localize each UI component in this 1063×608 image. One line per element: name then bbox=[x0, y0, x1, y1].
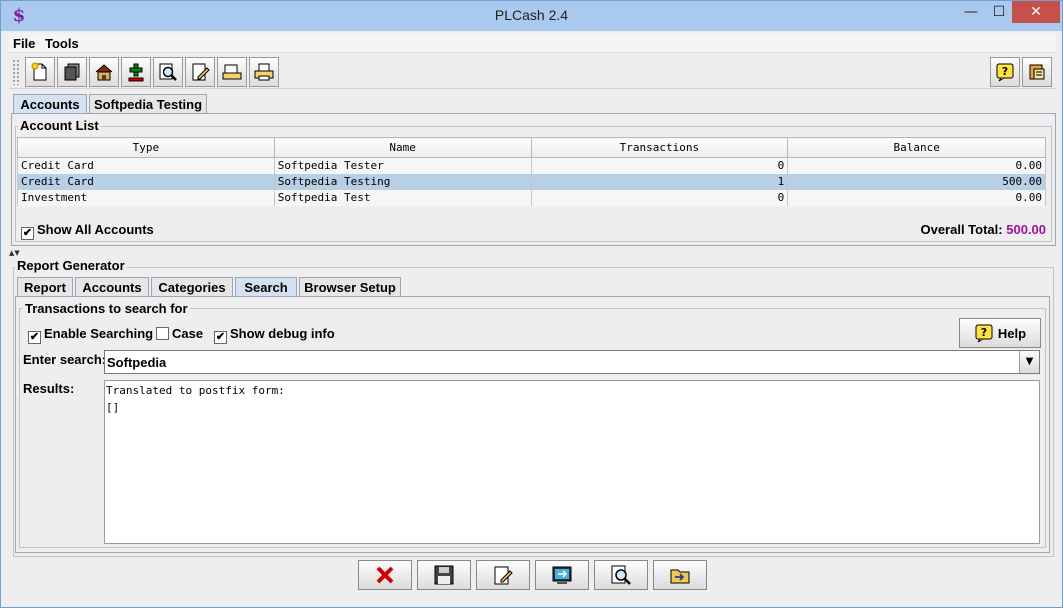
results-line: [] bbox=[106, 401, 120, 414]
column-header-balance[interactable]: Balance bbox=[787, 137, 1046, 158]
show-debug-info-label: Show debug info bbox=[230, 326, 335, 341]
show-all-accounts-label: Show All Accounts bbox=[37, 222, 154, 237]
overall-total: Overall Total: 500.00 bbox=[920, 222, 1046, 237]
cell-name: Softpedia Testing bbox=[273, 173, 532, 190]
search-input[interactable]: Softpedia bbox=[107, 355, 166, 370]
close-button[interactable]: ✕ bbox=[1012, 1, 1060, 23]
open-folder-button[interactable] bbox=[653, 560, 707, 590]
edit-button[interactable] bbox=[476, 560, 530, 590]
open-folder-icon bbox=[670, 569, 690, 584]
cell-type: Investment bbox=[17, 189, 275, 206]
svg-text:?: ? bbox=[981, 326, 987, 339]
checkbox-checked-icon: ✔ bbox=[21, 227, 34, 240]
title-bar[interactable]: $ PLCash 2.4 — ☐ ✕ bbox=[1, 1, 1062, 31]
table-row-selected[interactable]: Credit Card Softpedia Testing 1 500.00 bbox=[17, 173, 1046, 190]
cell-type: Credit Card bbox=[17, 173, 275, 190]
search-icon bbox=[611, 565, 631, 585]
results-textarea[interactable]: Translated to postfix form: [] bbox=[104, 380, 1040, 544]
column-header-transactions[interactable]: Transactions bbox=[530, 137, 789, 158]
new-file-icon[interactable] bbox=[25, 57, 55, 87]
tab-accounts[interactable]: Accounts bbox=[13, 94, 87, 114]
split-pane-divider[interactable]: ▲▼ bbox=[9, 249, 1056, 257]
chevron-down-icon[interactable]: ▼ bbox=[1019, 351, 1039, 373]
results-label: Results: bbox=[23, 381, 75, 396]
checkbox-unchecked-icon bbox=[156, 327, 169, 340]
documents-icon[interactable] bbox=[57, 57, 87, 87]
cell-balance: 500.00 bbox=[787, 173, 1046, 190]
enable-searching-checkbox[interactable]: ✔ Enable Searching bbox=[28, 326, 153, 344]
help-button[interactable]: ? Help bbox=[959, 318, 1041, 348]
cell-name: Softpedia Test bbox=[273, 189, 532, 206]
search-combobox[interactable]: Softpedia ▼ bbox=[104, 350, 1040, 374]
checkbox-checked-icon: ✔ bbox=[214, 331, 227, 344]
help-button-label: Help bbox=[997, 325, 1027, 341]
help-icon: ? bbox=[975, 324, 993, 343]
menu-bar: File Tools bbox=[9, 33, 1056, 53]
cell-transactions: 0 bbox=[530, 189, 789, 206]
home-icon[interactable] bbox=[89, 57, 119, 87]
window-title: PLCash 2.4 bbox=[494, 7, 569, 23]
save-button[interactable] bbox=[417, 560, 471, 590]
case-label: Case bbox=[172, 326, 204, 341]
collapse-down-icon[interactable]: ▼ bbox=[14, 249, 19, 257]
cell-type: Credit Card bbox=[17, 157, 275, 174]
enter-search-label: Enter search: bbox=[23, 352, 107, 367]
enable-searching-label: Enable Searching bbox=[44, 326, 154, 341]
delete-icon bbox=[376, 566, 394, 584]
export-icon bbox=[552, 566, 572, 584]
toolbar: ? bbox=[9, 55, 1056, 89]
cell-transactions: 0 bbox=[530, 157, 789, 174]
cell-name: Softpedia Tester bbox=[273, 157, 532, 174]
tab-browser-setup[interactable]: Browser Setup bbox=[299, 277, 401, 297]
edit-icon bbox=[494, 566, 513, 585]
table-row[interactable]: Investment Softpedia Test 0 0.00 bbox=[17, 189, 1046, 206]
column-header-type[interactable]: Type bbox=[17, 137, 275, 158]
column-header-name[interactable]: Name bbox=[273, 137, 532, 158]
svg-text:?: ? bbox=[1002, 65, 1008, 78]
search-button[interactable] bbox=[594, 560, 648, 590]
tab-report-accounts[interactable]: Accounts bbox=[75, 277, 149, 297]
search-icon[interactable] bbox=[153, 57, 183, 87]
tab-search[interactable]: Search bbox=[235, 277, 297, 297]
case-checkbox[interactable]: Case bbox=[156, 326, 203, 341]
add-icon[interactable] bbox=[121, 57, 151, 87]
export-button[interactable] bbox=[535, 560, 589, 590]
cell-balance: 0.00 bbox=[787, 189, 1046, 206]
help-icon[interactable]: ? bbox=[990, 57, 1020, 87]
tab-report[interactable]: Report bbox=[17, 277, 73, 297]
cell-balance: 0.00 bbox=[787, 157, 1046, 174]
maximize-button[interactable]: ☐ bbox=[982, 1, 1016, 23]
edit-icon[interactable] bbox=[185, 57, 215, 87]
open-icon[interactable] bbox=[217, 57, 247, 87]
account-table: Type Name Transactions Balance Credit Ca… bbox=[17, 137, 1046, 206]
show-all-accounts-checkbox[interactable]: ✔ Show All Accounts bbox=[21, 222, 154, 240]
tab-categories[interactable]: Categories bbox=[151, 277, 233, 297]
overall-total-label: Overall Total: bbox=[920, 222, 1003, 237]
toolbar-grip[interactable] bbox=[12, 59, 20, 85]
app-window: $ PLCash 2.4 — ☐ ✕ File Tools ? Accounts… bbox=[0, 0, 1063, 608]
tab-softpedia-testing[interactable]: Softpedia Testing bbox=[89, 94, 207, 114]
cell-transactions: 1 bbox=[530, 173, 789, 190]
checkbox-checked-icon: ✔ bbox=[28, 331, 41, 344]
delete-button[interactable] bbox=[358, 560, 412, 590]
show-debug-info-checkbox[interactable]: ✔ Show debug info bbox=[214, 326, 335, 344]
account-list-label: Account List bbox=[18, 118, 101, 133]
menu-file[interactable]: File bbox=[13, 36, 35, 51]
table-row[interactable]: Credit Card Softpedia Tester 0 0.00 bbox=[17, 157, 1046, 174]
report-generator-label: Report Generator bbox=[15, 258, 127, 273]
search-section-label: Transactions to search for bbox=[23, 301, 190, 316]
overall-total-value: 500.00 bbox=[1006, 222, 1046, 237]
menu-tools[interactable]: Tools bbox=[45, 36, 79, 51]
results-line: Translated to postfix form: bbox=[106, 384, 285, 397]
exit-icon[interactable] bbox=[1022, 57, 1052, 87]
save-icon bbox=[434, 565, 454, 585]
print-icon[interactable] bbox=[249, 57, 279, 87]
